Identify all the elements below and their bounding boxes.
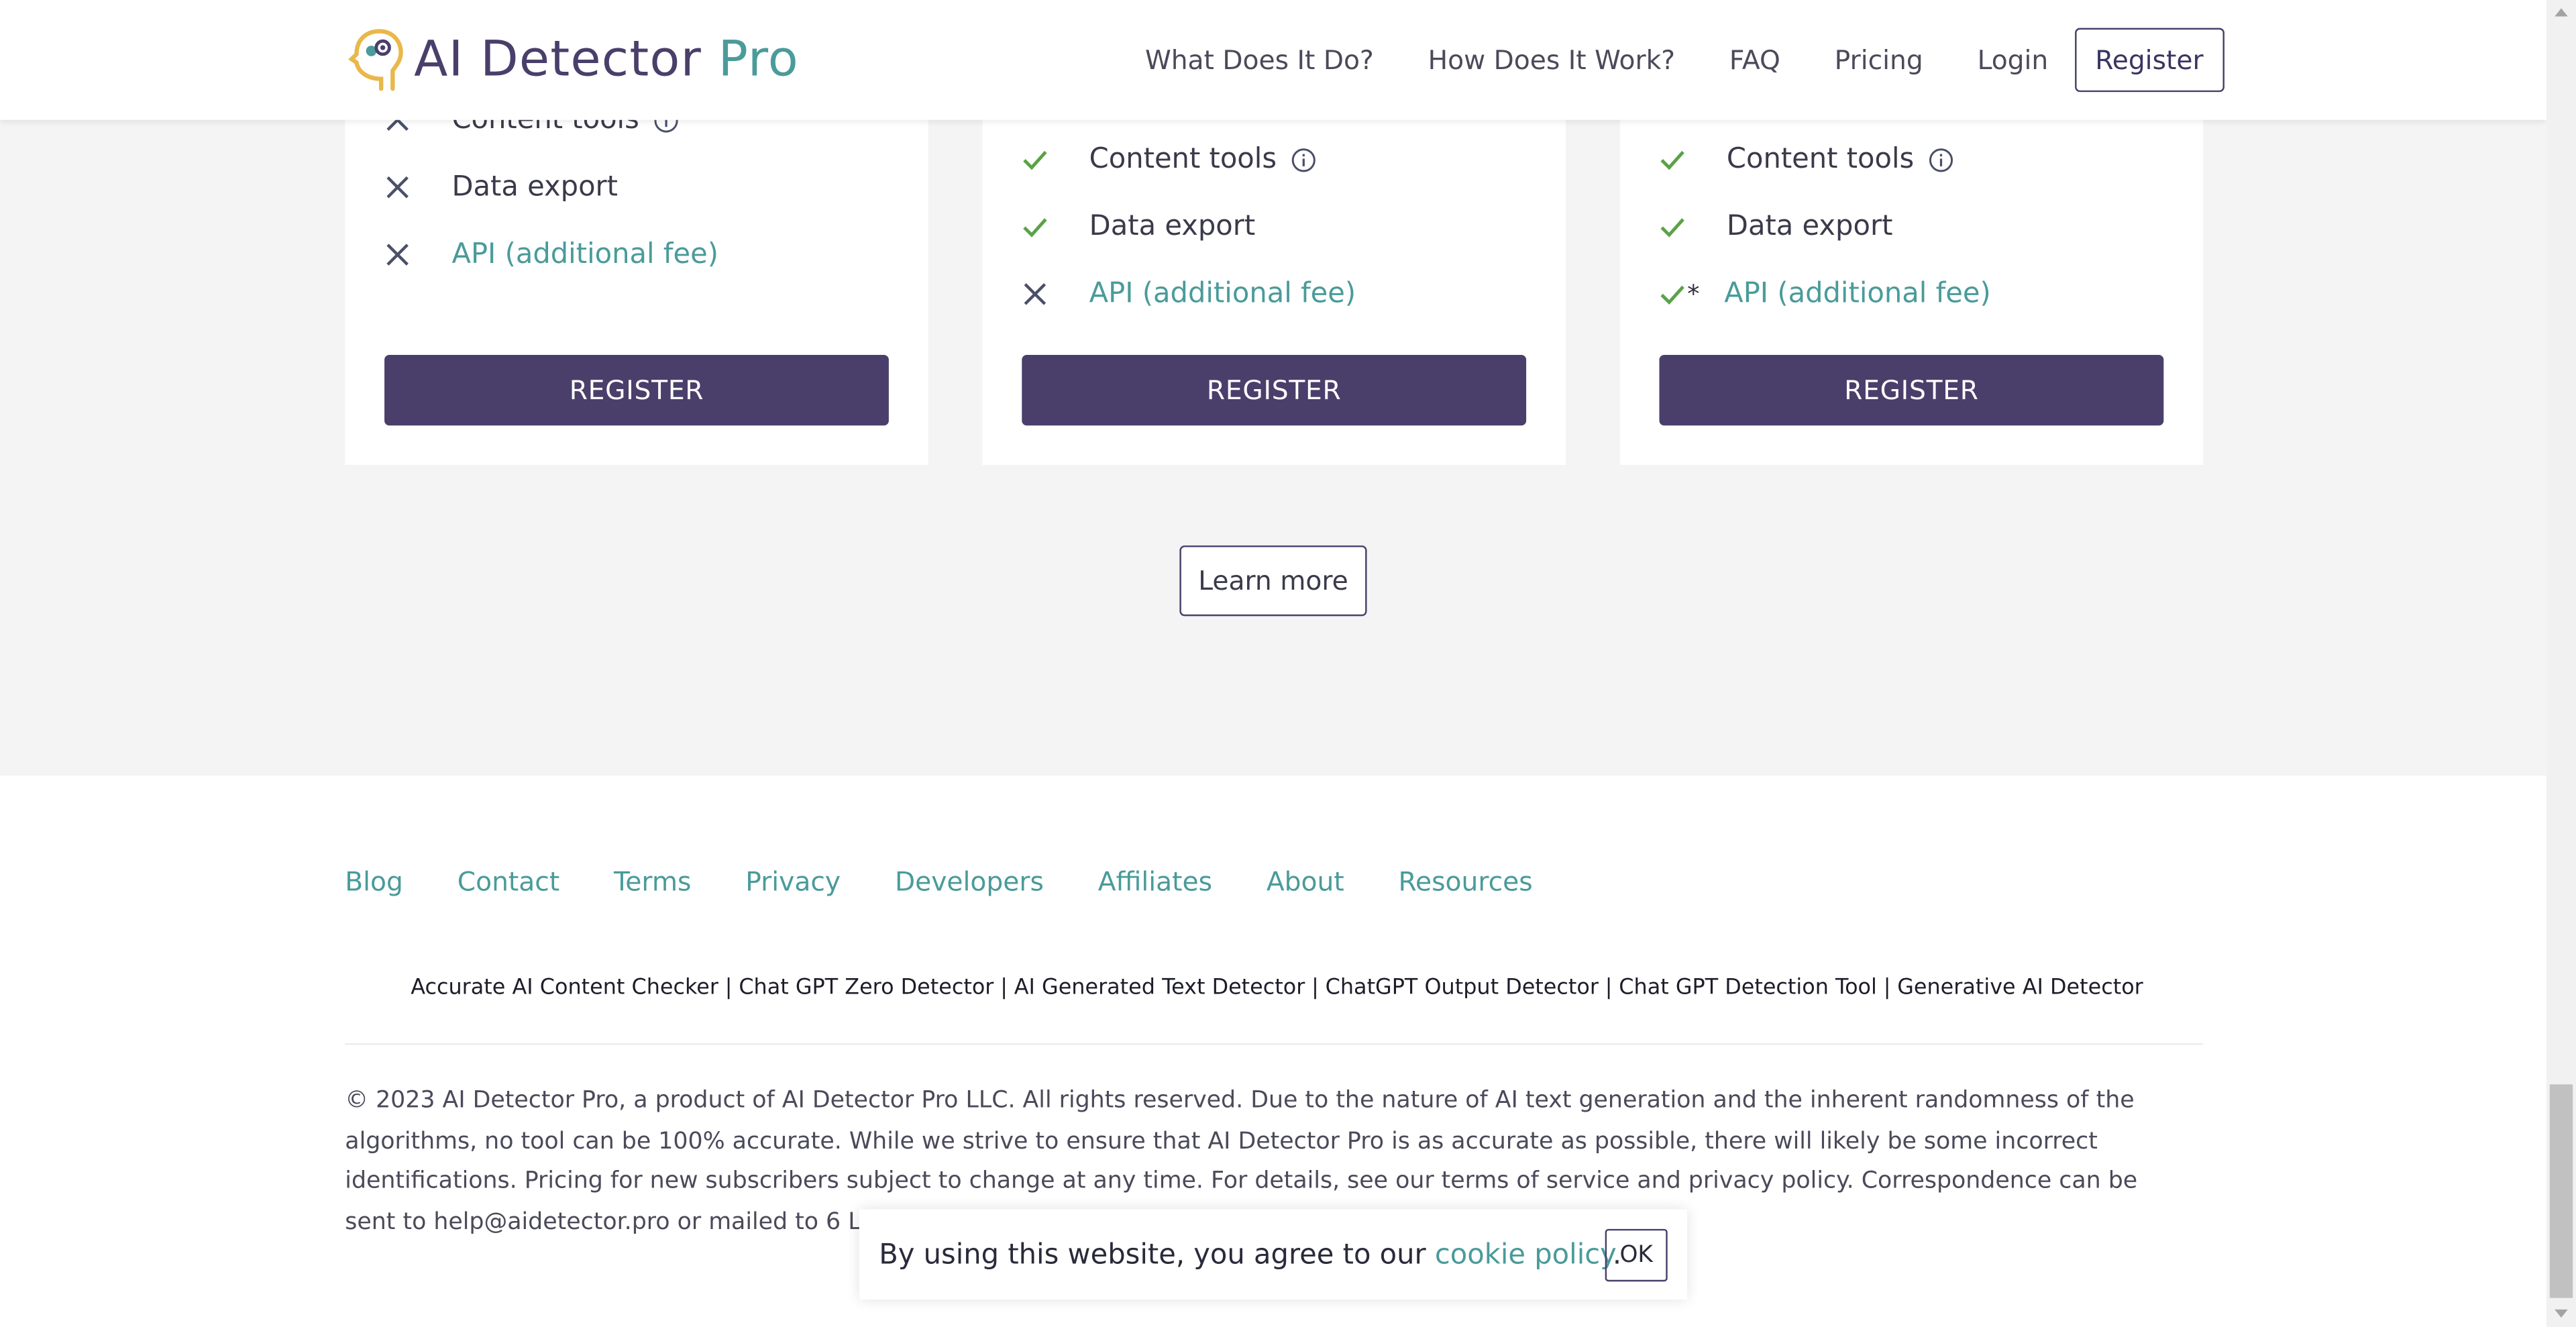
page: Content tools Data export API (additiona… xyxy=(0,0,2576,1327)
cookie-banner: By using this website, you agree to our … xyxy=(859,1209,1688,1300)
check-icon xyxy=(1660,218,1684,237)
feature-row-data-export: Data export xyxy=(1659,207,1892,247)
nav-login[interactable]: Login xyxy=(1978,44,2049,75)
cross-icon xyxy=(386,244,409,266)
site-header: AI Detector Pro What Does It Do? How Doe… xyxy=(0,0,2546,120)
main-nav: What Does It Do? How Does It Work? FAQ P… xyxy=(1117,27,2224,91)
logo[interactable]: AI Detector Pro xyxy=(348,23,799,95)
seo-link[interactable]: Chat GPT Detection Tool xyxy=(1619,976,1877,1001)
register-button[interactable]: REGISTER xyxy=(1022,354,1527,426)
info-icon[interactable] xyxy=(1291,147,1316,172)
nav-register-button[interactable]: Register xyxy=(2074,27,2224,91)
footer-link-affiliates[interactable]: Affiliates xyxy=(1098,866,1212,898)
logo-text: AI Detector Pro xyxy=(414,30,799,88)
scrollbar[interactable] xyxy=(2546,0,2576,1327)
footer-links: Blog Contact Terms Privacy Developers Af… xyxy=(345,866,1587,898)
seo-link[interactable]: ChatGPT Output Detector xyxy=(1326,976,1599,1001)
seo-separator: | xyxy=(724,975,733,1001)
seo-separator: | xyxy=(1883,975,1891,1001)
feature-label: Content tools xyxy=(1089,143,1277,176)
nav-faq[interactable]: FAQ xyxy=(1729,44,1780,75)
scroll-up-arrow-icon[interactable] xyxy=(2555,8,2568,17)
cross-icon xyxy=(1024,283,1046,305)
feature-row-data-export: Data export xyxy=(384,168,618,207)
cookie-text-before: By using this website, you agree to our xyxy=(879,1238,1435,1271)
nav-how-does-it-work[interactable]: How Does It Work? xyxy=(1428,44,1675,75)
learn-more-button[interactable]: Learn more xyxy=(1179,545,1367,617)
api-link[interactable]: API (additional fee) xyxy=(451,238,718,271)
check-icon xyxy=(1023,150,1047,170)
feature-label: Data export xyxy=(1089,210,1256,244)
feature-row-content-tools: Content tools xyxy=(1022,140,1316,179)
seo-separator: | xyxy=(1311,975,1319,1001)
footer-link-blog[interactable]: Blog xyxy=(345,866,403,898)
logo-text-primary: AI Detector xyxy=(414,30,702,89)
asterisk-note: * xyxy=(1687,279,1700,309)
scroll-thumb[interactable] xyxy=(2549,1084,2573,1298)
cookie-policy-link[interactable]: cookie policy xyxy=(1435,1238,1613,1271)
seo-link[interactable]: Generative AI Detector xyxy=(1897,976,2143,1001)
feature-row-api: * API (additional fee) xyxy=(1659,274,1991,314)
footer-link-terms[interactable]: Terms xyxy=(614,866,691,898)
footer-link-developers[interactable]: Developers xyxy=(895,866,1044,898)
seo-separator: | xyxy=(1000,975,1008,1001)
check-icon xyxy=(1660,150,1684,170)
nav-what-does-it-do[interactable]: What Does It Do? xyxy=(1145,44,1374,75)
seo-separator: | xyxy=(1605,975,1613,1001)
feature-row-data-export: Data export xyxy=(1022,207,1255,247)
check-icon xyxy=(1023,218,1047,237)
logo-text-accent: Pro xyxy=(718,30,799,89)
seo-link[interactable]: Accurate AI Content Checker xyxy=(411,976,718,1001)
footer-link-contact[interactable]: Contact xyxy=(458,866,559,898)
info-icon[interactable] xyxy=(1929,147,1953,172)
scroll-down-arrow-icon[interactable] xyxy=(2555,1309,2568,1318)
cross-icon xyxy=(386,176,409,199)
footer-link-about[interactable]: About xyxy=(1267,866,1344,898)
register-button[interactable]: REGISTER xyxy=(1659,354,2164,426)
seo-links: Accurate AI Content Checker | Chat GPT Zer… xyxy=(411,976,2143,1001)
cookie-text: By using this website, you agree to our … xyxy=(879,1238,1621,1271)
register-button[interactable]: REGISTER xyxy=(384,354,889,426)
feature-row-api: API (additional fee) xyxy=(1022,274,1356,314)
seo-link[interactable]: Chat GPT Zero Detector xyxy=(739,976,994,1001)
check-icon xyxy=(1660,285,1684,305)
footer-link-resources[interactable]: Resources xyxy=(1399,866,1533,898)
ai-head-icon xyxy=(348,29,403,91)
feature-label: Content tools xyxy=(1726,143,1915,176)
cookie-ok-button[interactable]: OK xyxy=(1605,1228,1668,1282)
feature-row-api: API (additional fee) xyxy=(384,235,718,274)
feature-label: Data export xyxy=(1726,210,1893,244)
api-link[interactable]: API (additional fee) xyxy=(1089,278,1356,311)
feature-row-content-tools: Content tools xyxy=(1659,140,1953,179)
seo-link[interactable]: AI Generated Text Detector xyxy=(1014,976,1305,1001)
nav-pricing[interactable]: Pricing xyxy=(1835,44,1923,75)
feature-label: Data export xyxy=(451,170,618,204)
footer-link-privacy[interactable]: Privacy xyxy=(745,866,841,898)
footer-divider xyxy=(345,1043,2204,1045)
viewport: Content tools Data export API (additiona… xyxy=(0,0,2576,1327)
api-link[interactable]: API (additional fee) xyxy=(1724,278,1990,311)
